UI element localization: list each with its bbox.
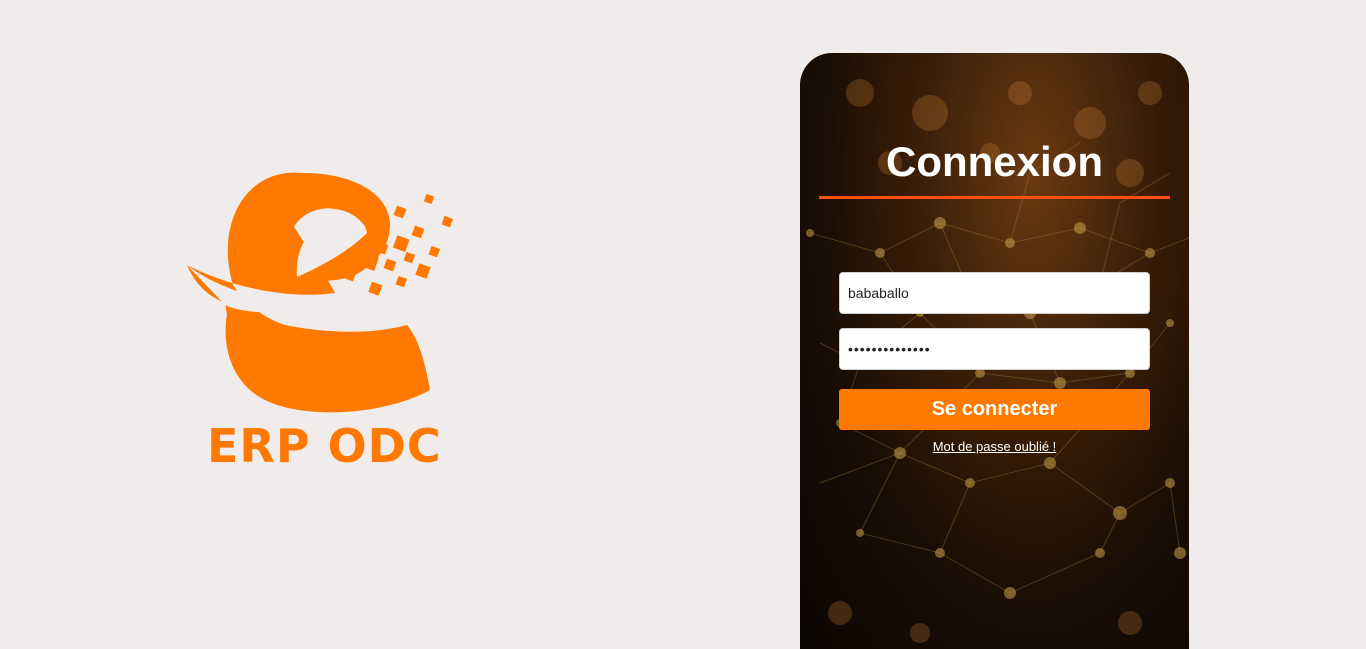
password-input[interactable]	[839, 328, 1150, 370]
title-underline	[819, 196, 1170, 199]
brand-name: ERP ODC	[207, 419, 442, 473]
login-card: Connexion Se connecter Mot de passe oubl…	[800, 53, 1189, 649]
username-input[interactable]	[839, 272, 1150, 314]
brand-logo: ERP ODC	[185, 165, 475, 485]
e-letter-pixel-logo-icon	[187, 172, 454, 413]
login-title: Connexion	[886, 138, 1103, 185]
login-page: ERP ODC Connexion bababallo ••••••••••••…	[0, 0, 1366, 649]
login-button[interactable]: Se connecter	[839, 389, 1150, 430]
forgot-password-link[interactable]: Mot de passe oublié !	[800, 439, 1189, 454]
